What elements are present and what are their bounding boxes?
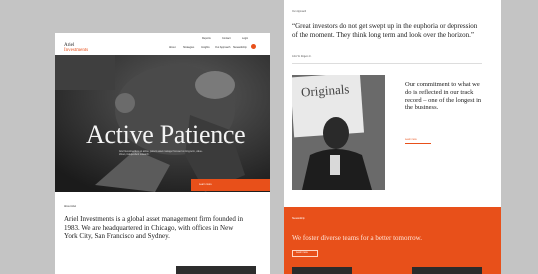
- section-label: Our Approach: [292, 11, 307, 13]
- site-header: Ariel Investments Reports Contact Login …: [55, 33, 270, 55]
- logo-line-2: Investments: [64, 48, 89, 53]
- band-text: We foster diverse teams for a better tom…: [292, 234, 422, 242]
- hero-text: Ariel Investments is an active, patient …: [119, 151, 203, 157]
- commitment-text: Our commitment to what we do is reflecte…: [405, 81, 482, 112]
- utility-link-reports[interactable]: Reports: [202, 37, 211, 40]
- section-label: About Ariel: [64, 205, 77, 208]
- band-image-1: [292, 267, 352, 274]
- about-text: Ariel Investments is a global asset mana…: [64, 215, 244, 241]
- utility-link-contact[interactable]: Contact: [222, 37, 231, 40]
- homepage-screen: Ariel Investments Reports Contact Login …: [55, 33, 270, 274]
- hero-cta-label: Learn more: [199, 183, 212, 186]
- nav-item-about[interactable]: About: [169, 46, 176, 49]
- utility-link-login[interactable]: Login: [242, 37, 248, 40]
- stewardship-band: Stewardship We foster diverse teams for …: [284, 207, 501, 274]
- portrait-photo: Originals: [292, 75, 385, 190]
- magazine-title: Originals: [300, 81, 350, 100]
- approach-screen: Our Approach “Great investors do not get…: [284, 0, 501, 274]
- nav-item-approach[interactable]: Our Approach: [215, 46, 230, 49]
- logo[interactable]: Ariel Investments: [64, 43, 88, 53]
- hero-title: Active Patience: [86, 120, 246, 149]
- nav-item-stewardship[interactable]: Stewardship: [233, 46, 247, 49]
- quote-author: John W. Rogers Jr.: [292, 56, 312, 58]
- nav-item-insights[interactable]: Insights: [201, 46, 210, 49]
- commitment-link[interactable]: Learn more: [405, 139, 431, 144]
- band-label: Stewardship: [292, 218, 305, 220]
- hero-cta-button[interactable]: Learn more: [191, 179, 270, 191]
- hero-section: Active Patience Ariel Investments is an …: [55, 55, 270, 192]
- nav-item-strategies[interactable]: Strategies: [183, 46, 194, 49]
- band-button-label: Learn more: [296, 252, 308, 254]
- quote-text: “Great investors do not get swept up in …: [292, 22, 478, 39]
- divider: [292, 63, 482, 64]
- thumbnail-image: [176, 266, 256, 274]
- band-image-2: [412, 267, 482, 274]
- band-button[interactable]: Learn more: [292, 250, 318, 257]
- search-icon[interactable]: [251, 44, 256, 49]
